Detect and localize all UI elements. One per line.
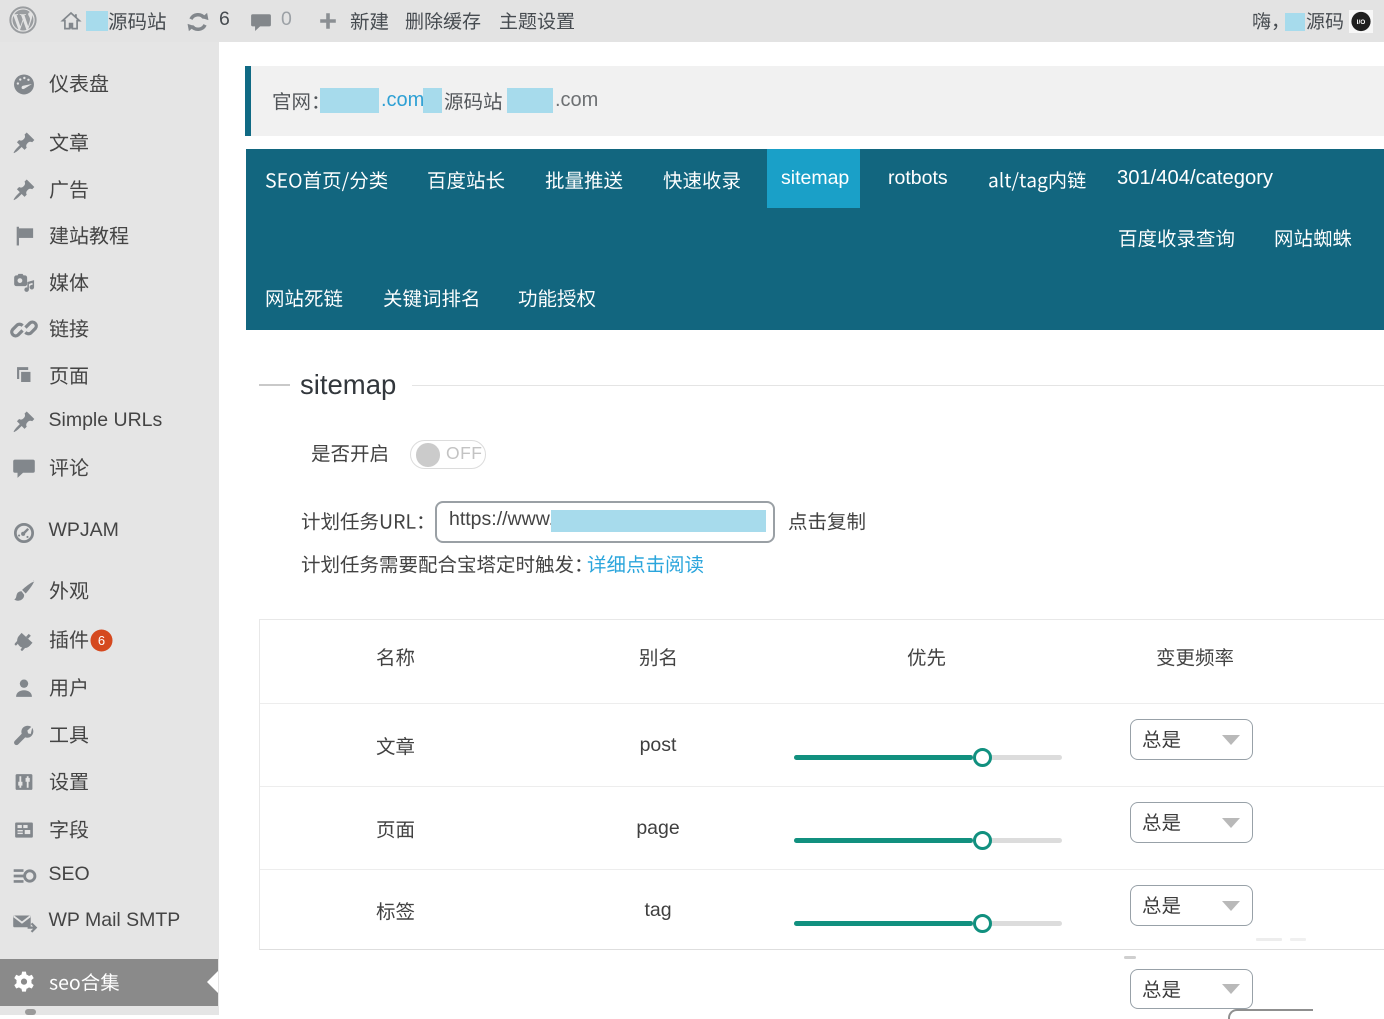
svg-text:I/O: I/O (1357, 19, 1366, 26)
svg-text:6: 6 (98, 633, 105, 648)
